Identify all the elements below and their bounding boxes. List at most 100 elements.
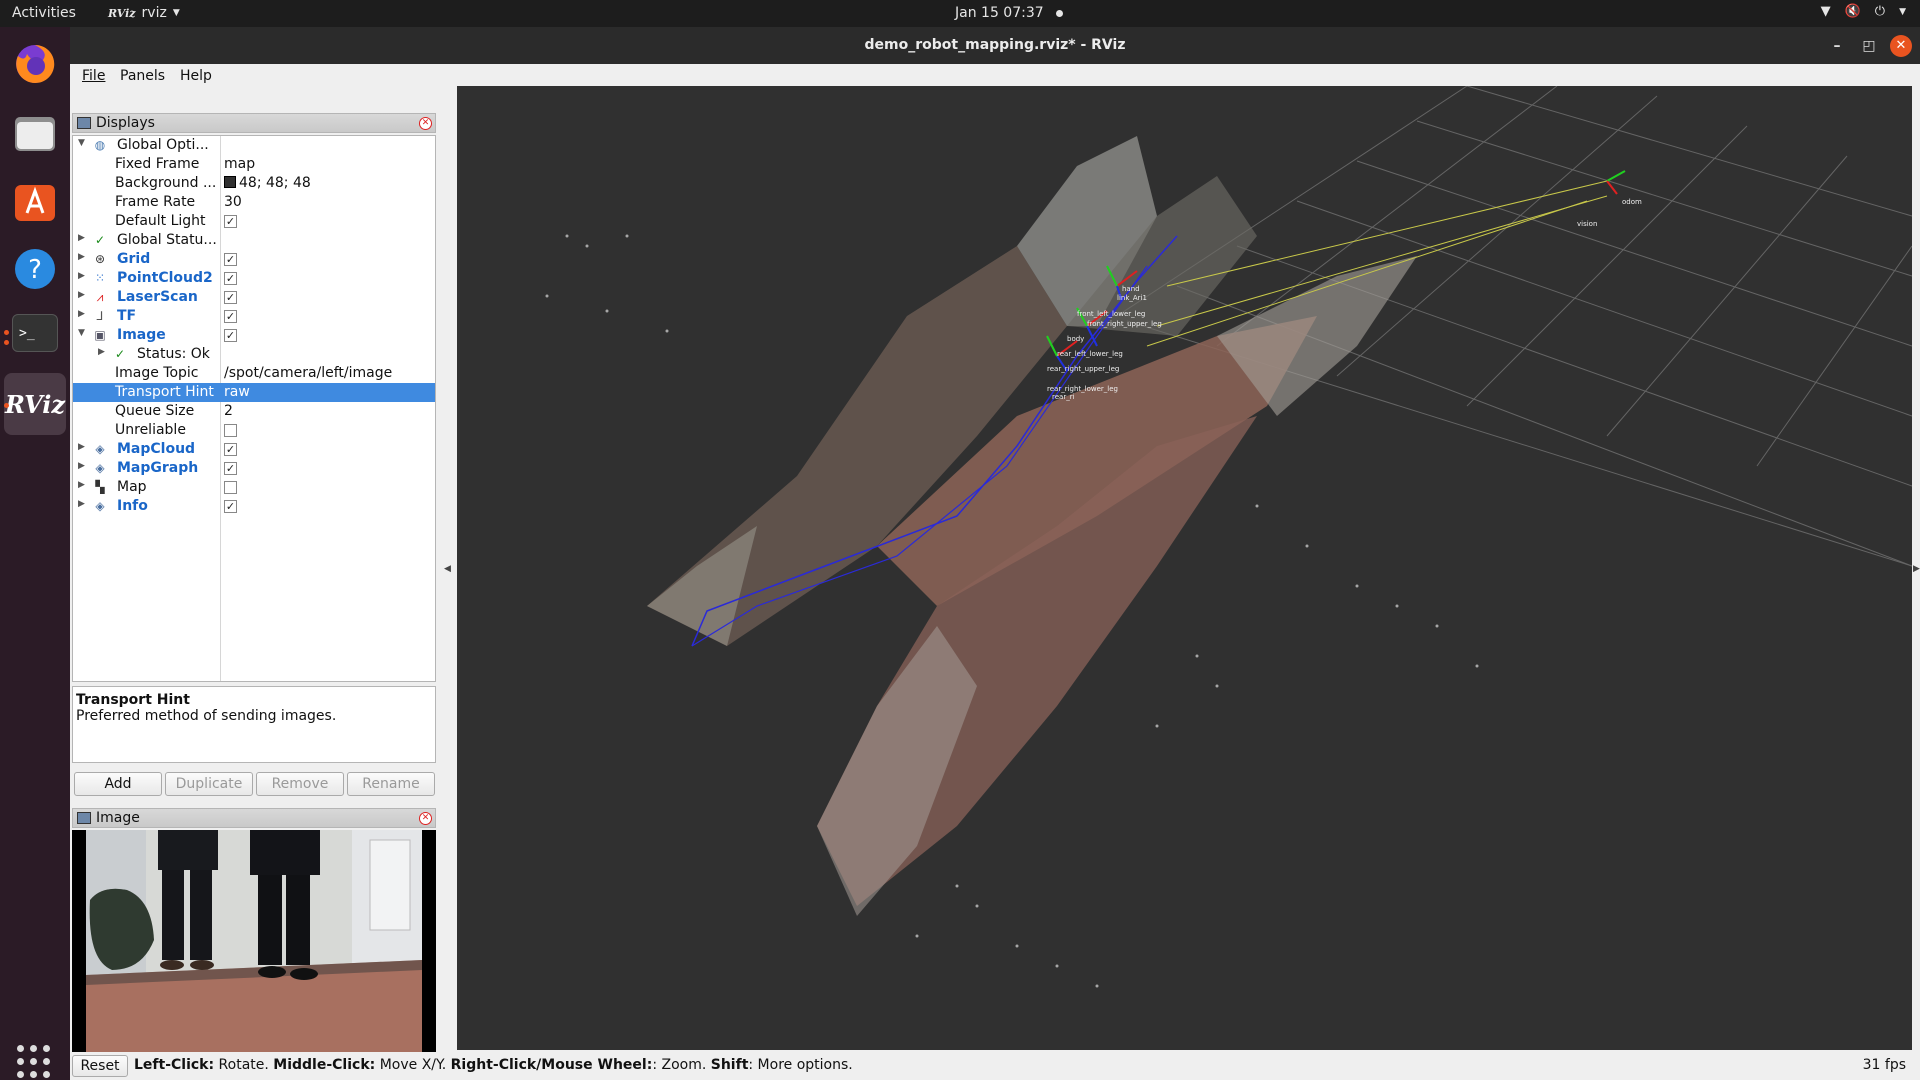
rename-button[interactable]: Rename <box>347 772 435 796</box>
checkbox[interactable]: ✓ <box>224 253 237 266</box>
checkbox[interactable] <box>224 424 237 437</box>
tree-row-frame-rate[interactable]: Frame Rate 30 <box>73 193 435 212</box>
collapsed-arrow-icon[interactable]: ▶ <box>78 480 85 490</box>
tree-row-mapcloud[interactable]: ▶ ◈ MapCloud ✓ <box>73 440 435 459</box>
render-3d-view[interactable]: hand link_Ari1 front_left_lower_leg fron… <box>457 86 1912 1050</box>
collapsed-arrow-icon[interactable]: ▶ <box>78 233 85 243</box>
firefox-icon[interactable] <box>11 40 59 88</box>
terminal-icon[interactable]: >_ <box>12 314 58 352</box>
tree-row-mapgraph[interactable]: ▶ ◈ MapGraph ✓ <box>73 459 435 478</box>
close-window-icon[interactable]: ✕ <box>1890 35 1912 57</box>
row-value[interactable]: /spot/camera/left/image <box>224 365 392 381</box>
tree-row-grid[interactable]: ▶ ⊛ Grid ✓ <box>73 250 435 269</box>
close-panel-icon[interactable]: ✕ <box>419 117 432 130</box>
tree-row-map[interactable]: ▶ ▚ Map <box>73 478 435 497</box>
row-label: MapGraph <box>117 460 199 476</box>
app-menu[interactable]: RViz rviz ▼ <box>108 5 180 21</box>
close-panel-icon[interactable]: ✕ <box>419 812 432 825</box>
collapsed-arrow-icon[interactable]: ▶ <box>78 461 85 471</box>
row-value[interactable]: 48; 48; 48 <box>224 175 311 191</box>
maximize-icon[interactable]: ◰ <box>1858 35 1880 57</box>
row-label: Global Statu... <box>117 232 217 248</box>
tree-row-global-status[interactable]: ▶ ✓ Global Statu... <box>73 231 435 250</box>
clock[interactable]: Jan 15 07:37 <box>955 5 1063 21</box>
row-label: TF <box>117 308 137 324</box>
image-panel-title: Image <box>96 810 140 826</box>
checkbox[interactable]: ✓ <box>224 462 237 475</box>
tree-row-laserscan[interactable]: ▶ ⩘ LaserScan ✓ <box>73 288 435 307</box>
collapsed-arrow-icon[interactable]: ▶ <box>78 442 85 452</box>
checkbox[interactable]: ✓ <box>224 500 237 513</box>
expanded-arrow-icon[interactable]: ▼ <box>78 328 85 338</box>
help-icon[interactable]: ? <box>11 245 59 293</box>
tree-row-pointcloud2[interactable]: ▶ ⁙ PointCloud2 ✓ <box>73 269 435 288</box>
app-menu-label: rviz <box>141 5 167 21</box>
collapsed-arrow-icon[interactable]: ▶ <box>78 309 85 319</box>
collapse-left-icon[interactable]: ◀ <box>444 564 451 574</box>
monitor-icon <box>77 117 91 129</box>
menu-panels[interactable]: Panels <box>120 68 165 84</box>
tree-row-global-options[interactable]: ▼ ◍ Global Opti... <box>73 136 435 155</box>
wifi-icon: ▼ <box>1820 4 1831 19</box>
rviz-icon[interactable]: RViz <box>5 380 65 428</box>
remove-button[interactable]: Remove <box>256 772 344 796</box>
frame-label: odom <box>1622 198 1642 206</box>
tree-row-info[interactable]: ▶ ◈ Info ✓ <box>73 497 435 516</box>
status-bar: Reset Left-Click: Rotate. Middle-Click: … <box>70 1052 1920 1080</box>
checkbox[interactable]: ✓ <box>224 310 237 323</box>
activities-button[interactable]: Activities <box>12 5 76 21</box>
menu-help[interactable]: Help <box>180 68 212 84</box>
collapsed-arrow-icon[interactable]: ▶ <box>78 290 85 300</box>
collapsed-arrow-icon[interactable]: ▶ <box>78 252 85 262</box>
grid-icon: ⊛ <box>94 252 106 266</box>
row-label: Frame Rate <box>115 194 196 210</box>
system-tray[interactable]: ▼ 🔇 ⏻ ▼ <box>1821 4 1906 19</box>
right-splitter[interactable]: ▶ <box>1912 86 1920 1050</box>
row-label: Map <box>117 479 147 495</box>
row-value[interactable]: 2 <box>224 403 233 419</box>
tree-row-image[interactable]: ▼ ▣ Image ✓ <box>73 326 435 345</box>
displays-panel-header[interactable]: Displays ✕ <box>72 113 436 133</box>
minimize-icon[interactable]: – <box>1826 35 1848 57</box>
checkbox[interactable]: ✓ <box>224 443 237 456</box>
tree-row-unreliable[interactable]: Unreliable <box>73 421 435 440</box>
globe-icon: ◍ <box>94 138 106 152</box>
collapsed-arrow-icon[interactable]: ▶ <box>98 347 105 357</box>
tree-row-transport-hint[interactable]: Transport Hint raw <box>73 383 435 402</box>
image-panel-header[interactable]: Image ✕ <box>72 808 436 828</box>
checkbox[interactable]: ✓ <box>224 272 237 285</box>
camera-image <box>72 830 436 1077</box>
row-value[interactable]: map <box>224 156 255 172</box>
panel-splitter[interactable]: ◀ <box>438 86 457 1050</box>
window-titlebar[interactable]: demo_robot_mapping.rviz* - RViz – ◰ ✕ <box>70 27 1920 64</box>
checkbox[interactable] <box>224 481 237 494</box>
tree-row-tf[interactable]: ▶ ⅃ TF ✓ <box>73 307 435 326</box>
reset-button[interactable]: Reset <box>72 1055 128 1077</box>
row-value[interactable]: 30 <box>224 194 242 210</box>
tree-row-fixed-frame[interactable]: Fixed Frame map <box>73 155 435 174</box>
tree-row-queue-size[interactable]: Queue Size 2 <box>73 402 435 421</box>
checkbox[interactable]: ✓ <box>224 215 237 228</box>
checkbox[interactable]: ✓ <box>224 329 237 342</box>
add-button[interactable]: Add <box>74 772 162 796</box>
show-applications-icon[interactable] <box>17 1045 51 1079</box>
displays-panel-title: Displays <box>96 115 155 131</box>
duplicate-button[interactable]: Duplicate <box>165 772 253 796</box>
tree-row-background-color[interactable]: Background ... 48; 48; 48 <box>73 174 435 193</box>
color-value: 48; 48; 48 <box>239 175 311 191</box>
displays-tree[interactable]: ▼ ◍ Global Opti... Fixed Frame map Backg… <box>72 135 436 682</box>
checkbox[interactable]: ✓ <box>224 291 237 304</box>
row-value[interactable]: raw <box>224 384 250 400</box>
tree-row-image-topic[interactable]: Image Topic /spot/camera/left/image <box>73 364 435 383</box>
frame-label: front_left_lower_leg <box>1077 310 1145 318</box>
collapsed-arrow-icon[interactable]: ▶ <box>78 271 85 281</box>
software-center-icon[interactable] <box>11 177 59 225</box>
files-icon[interactable] <box>11 109 59 157</box>
tree-row-image-status[interactable]: ▶ ✓ Status: Ok <box>73 345 435 364</box>
menu-file[interactable]: File <box>82 68 105 84</box>
tree-row-default-light[interactable]: Default Light ✓ <box>73 212 435 231</box>
collapsed-arrow-icon[interactable]: ▶ <box>78 499 85 509</box>
collapse-right-icon[interactable]: ▶ <box>1913 564 1920 574</box>
frame-label: hand <box>1122 285 1140 293</box>
expanded-arrow-icon[interactable]: ▼ <box>78 138 85 148</box>
